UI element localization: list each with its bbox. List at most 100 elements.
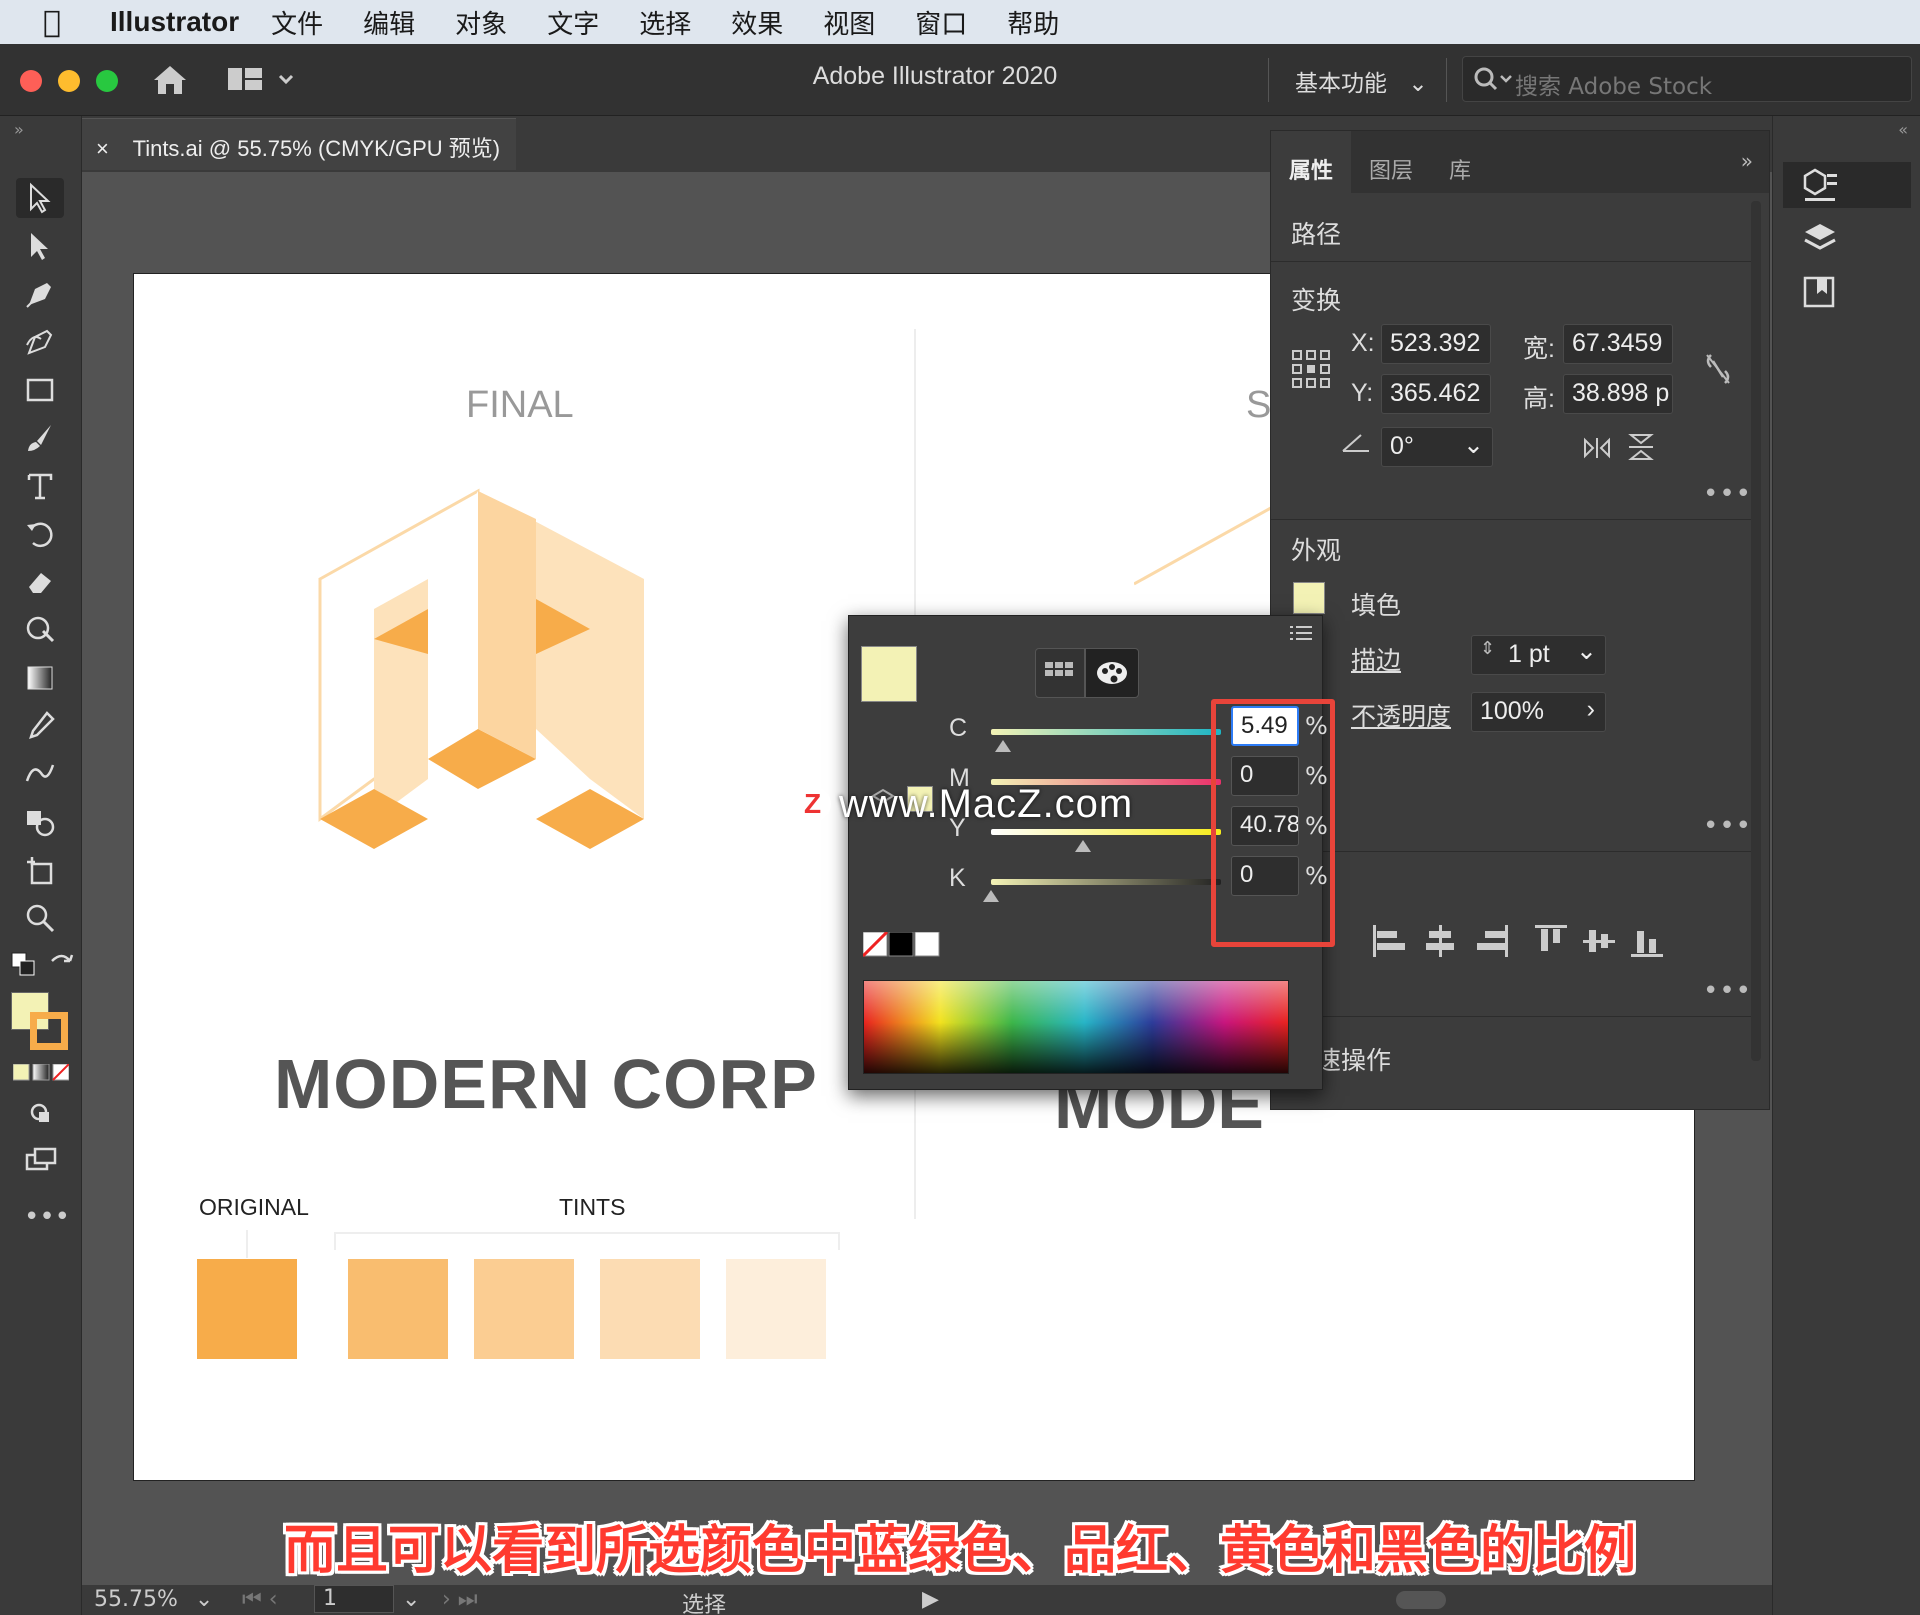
zoom-field[interactable]: 55.75% ⌄ bbox=[94, 1587, 213, 1612]
original-swatch[interactable] bbox=[197, 1259, 297, 1359]
rectangle-tool-icon[interactable] bbox=[16, 370, 64, 410]
next-artboard-icon[interactable]: › ⏭ bbox=[442, 1587, 478, 1612]
menu-edit[interactable]: 编辑 bbox=[363, 4, 415, 41]
status-menu-icon[interactable]: ▶ bbox=[922, 1587, 939, 1612]
panel-scrollbar[interactable] bbox=[1751, 201, 1761, 1061]
yellow-slider-handle[interactable] bbox=[1075, 840, 1091, 852]
stepper-icon[interactable]: ⇕ bbox=[1480, 638, 1495, 659]
rotation-value: 0° bbox=[1390, 432, 1414, 460]
y-field[interactable]: 365.462 bbox=[1381, 374, 1491, 414]
document-tab[interactable]: × Tints.ai @ 55.75% (CMYK/GPU 预览) bbox=[82, 118, 516, 170]
default-colors-icon[interactable] bbox=[10, 951, 40, 985]
gradient-tool-icon[interactable] bbox=[16, 658, 64, 698]
close-tab-icon[interactable]: × bbox=[96, 136, 109, 161]
cyan-slider[interactable] bbox=[991, 729, 1221, 735]
eraser-tool-icon[interactable] bbox=[16, 562, 64, 602]
menu-type[interactable]: 文字 bbox=[547, 4, 599, 41]
yellow-slider[interactable] bbox=[991, 829, 1221, 835]
color-mixer-view-icon[interactable] bbox=[1085, 648, 1139, 698]
tint-swatch-3[interactable] bbox=[600, 1259, 700, 1359]
chevron-down-icon[interactable]: ⌄ bbox=[402, 1587, 420, 1612]
menu-window[interactable]: 窗口 bbox=[915, 4, 967, 41]
pen-tool-icon[interactable] bbox=[16, 274, 64, 314]
chevron-down-icon[interactable]: ⌄ bbox=[1463, 430, 1484, 460]
collapse-dock-icon[interactable]: « bbox=[1898, 120, 1908, 139]
menu-help[interactable]: 帮助 bbox=[1007, 4, 1059, 41]
tint-swatch-2[interactable] bbox=[474, 1259, 574, 1359]
artboard-number-field[interactable]: 1 bbox=[314, 1585, 394, 1613]
layers-dock-icon[interactable] bbox=[1783, 216, 1911, 262]
chevron-down-icon[interactable]: ⌄ bbox=[1576, 636, 1597, 666]
width-field[interactable]: 67.3459 bbox=[1563, 324, 1673, 364]
edit-toolbar-icon[interactable]: ••• bbox=[24, 1202, 70, 1232]
screen-mode-icon[interactable] bbox=[16, 1140, 64, 1180]
horizontal-scrollbar[interactable] bbox=[956, 1589, 1756, 1611]
stroke-label[interactable]: 描边 bbox=[1351, 641, 1401, 677]
swatches-view-icon[interactable] bbox=[1035, 648, 1085, 698]
color-mode-icons[interactable] bbox=[12, 1063, 70, 1086]
x-field[interactable]: 523.392 bbox=[1381, 324, 1491, 364]
reference-point-icon[interactable] bbox=[1291, 349, 1331, 393]
tint-swatch-1[interactable] bbox=[348, 1259, 448, 1359]
stroke-weight-field[interactable]: ⇕ 1 pt ⌄ bbox=[1471, 635, 1606, 675]
libraries-dock-icon[interactable] bbox=[1783, 270, 1911, 316]
opacity-field[interactable]: 100% › bbox=[1471, 692, 1606, 732]
cyan-slider-handle[interactable] bbox=[995, 740, 1011, 752]
tab-layers[interactable]: 图层 bbox=[1351, 131, 1431, 193]
fill-swatch[interactable] bbox=[1293, 582, 1325, 614]
paintbrush-tool-icon[interactable] bbox=[16, 418, 64, 458]
constrain-proportions-icon[interactable] bbox=[1701, 349, 1735, 393]
more-options-icon[interactable]: ••• bbox=[1703, 479, 1752, 509]
artboard-tool-icon[interactable] bbox=[16, 850, 64, 890]
properties-dock-icon[interactable] bbox=[1783, 162, 1911, 208]
more-options-icon[interactable]: ••• bbox=[1703, 811, 1752, 841]
black-label: K bbox=[949, 864, 966, 892]
first-artboard-icon[interactable]: ⏮ ‹ bbox=[242, 1587, 278, 1612]
zoom-tool-icon[interactable] bbox=[16, 898, 64, 938]
none-black-white-swatches[interactable] bbox=[861, 930, 941, 962]
rotate-tool-icon[interactable] bbox=[16, 514, 64, 554]
selection-tool-icon[interactable] bbox=[16, 178, 64, 218]
menu-select[interactable]: 选择 bbox=[639, 4, 691, 41]
color-spectrum[interactable] bbox=[863, 980, 1289, 1074]
black-slider-handle[interactable] bbox=[983, 890, 999, 902]
height-label: 高: bbox=[1523, 385, 1555, 413]
panel-menu-icon[interactable]: » bbox=[1741, 149, 1753, 173]
align-icons bbox=[1371, 921, 1711, 965]
direct-selection-tool-icon[interactable] bbox=[16, 226, 64, 266]
flip-horizontal-icon[interactable] bbox=[1581, 436, 1613, 464]
eyedropper-tool-icon[interactable] bbox=[16, 706, 64, 746]
tint-swatch-4[interactable] bbox=[726, 1259, 826, 1359]
black-slider[interactable] bbox=[991, 879, 1221, 885]
curvature-tool-icon[interactable] bbox=[16, 322, 64, 362]
type-tool-icon[interactable] bbox=[16, 466, 64, 506]
expand-panel-icon[interactable]: » bbox=[14, 120, 24, 139]
swap-colors-icon[interactable] bbox=[48, 951, 76, 983]
shape-builder-tool-icon[interactable] bbox=[16, 802, 64, 842]
panel-options-icon[interactable] bbox=[1290, 624, 1312, 646]
menu-effect[interactable]: 效果 bbox=[731, 4, 783, 41]
opacity-label[interactable]: 不透明度 bbox=[1351, 697, 1451, 733]
modern-corp-logo bbox=[318, 488, 644, 849]
blend-tool-icon[interactable] bbox=[16, 754, 64, 794]
menu-view[interactable]: 视图 bbox=[823, 4, 875, 41]
workspace-switcher[interactable]: 基本功能 ⌄ bbox=[1295, 64, 1428, 98]
menu-app-name[interactable]: Illustrator bbox=[110, 6, 239, 38]
divider bbox=[1271, 851, 1751, 852]
chevron-right-icon[interactable]: › bbox=[1587, 695, 1595, 724]
rotation-field[interactable]: 0° ⌄ bbox=[1381, 427, 1493, 467]
stroke-color-swatch[interactable] bbox=[30, 1012, 68, 1050]
apple-icon[interactable]:  bbox=[22, 5, 82, 40]
free-transform-tool-icon[interactable] bbox=[16, 610, 64, 650]
height-field[interactable]: 38.898 p bbox=[1563, 374, 1673, 414]
stock-search-input[interactable]: 搜索 Adobe Stock bbox=[1462, 56, 1912, 102]
more-options-icon[interactable]: ••• bbox=[1703, 976, 1752, 1006]
tab-libraries[interactable]: 库 bbox=[1431, 131, 1489, 193]
draw-mode-icon[interactable] bbox=[16, 1094, 64, 1134]
menu-object[interactable]: 对象 bbox=[455, 4, 507, 41]
chevron-down-icon[interactable]: ⌄ bbox=[195, 1587, 213, 1612]
scrollbar-thumb[interactable] bbox=[1396, 1591, 1446, 1609]
tab-properties[interactable]: 属性 bbox=[1271, 131, 1352, 193]
menu-file[interactable]: 文件 bbox=[271, 4, 323, 41]
flip-vertical-icon[interactable] bbox=[1627, 431, 1655, 467]
